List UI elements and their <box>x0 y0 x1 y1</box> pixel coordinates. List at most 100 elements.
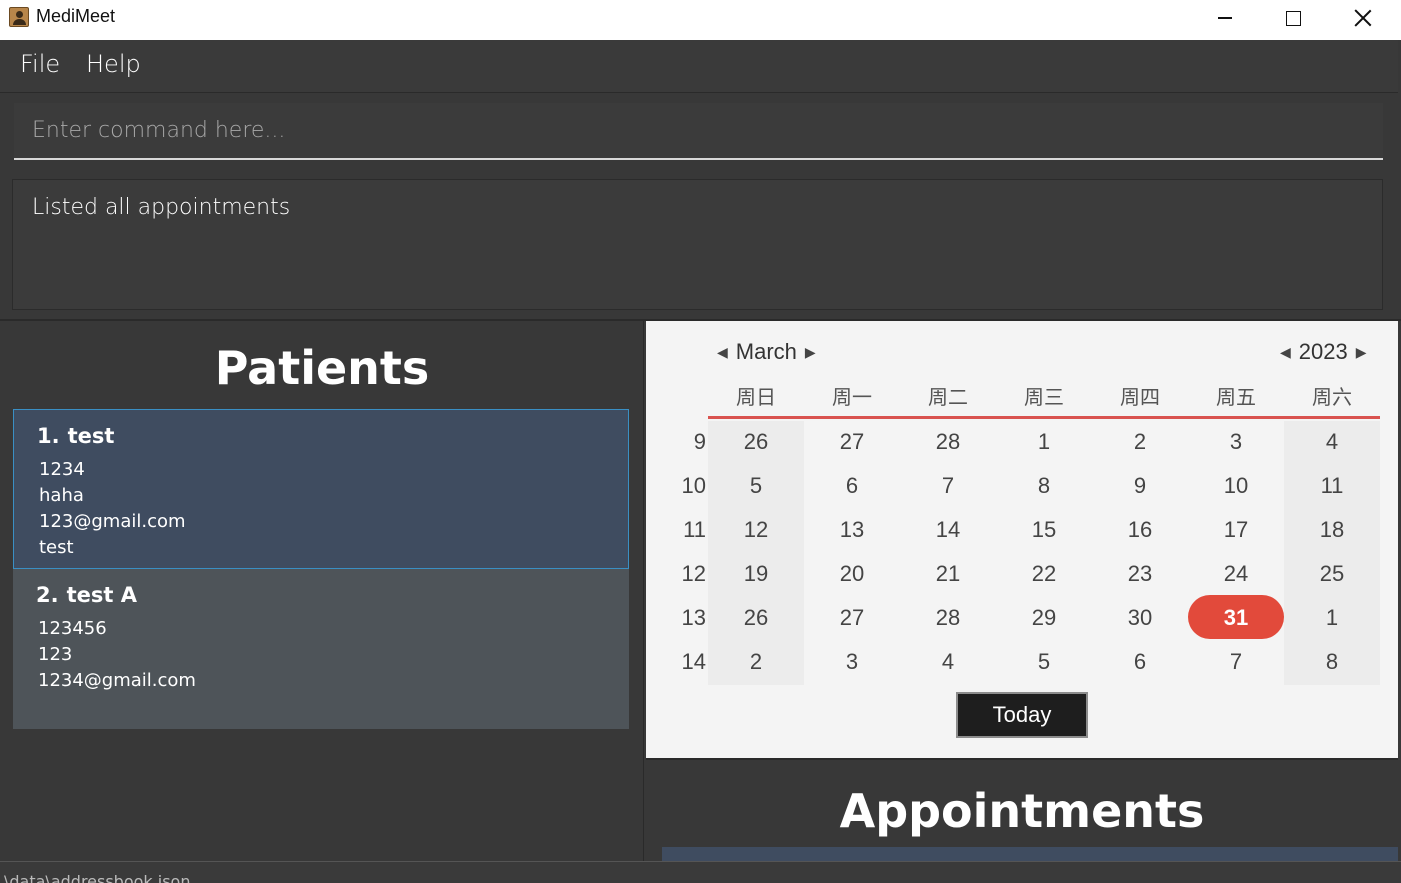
maximize-button[interactable] <box>1258 0 1328 36</box>
calendar-day[interactable]: 14 <box>900 517 996 543</box>
patient-card[interactable]: 2. test A 123456 123 1234@gmail.com <box>13 569 629 729</box>
weekday-header: 周一 <box>832 385 872 409</box>
patient-address: 123 <box>38 644 73 665</box>
calendar-day[interactable]: 31 <box>1188 605 1284 631</box>
calendar-day[interactable]: 17 <box>1188 517 1284 543</box>
calendar-day[interactable]: 29 <box>996 605 1092 631</box>
weekday-header: 周三 <box>1024 385 1064 409</box>
status-text: \data\addressbook.json <box>4 872 191 883</box>
next-month-icon[interactable]: ▶ <box>805 344 816 361</box>
user-folder-icon <box>9 7 29 27</box>
patient-name: test <box>67 424 115 448</box>
close-icon <box>1354 9 1372 27</box>
calendar-day[interactable]: 9 <box>1092 473 1188 499</box>
minimize-icon <box>1218 17 1232 19</box>
weekend-column-bg <box>708 421 804 685</box>
week-number: 13 <box>681 605 706 630</box>
calendar-day[interactable]: 5 <box>996 649 1092 675</box>
patient-list[interactable]: 1. test 1234 haha 123@gmail.com test 2. te… <box>13 409 629 729</box>
calendar-day[interactable]: 6 <box>1092 649 1188 675</box>
calendar-day[interactable]: 24 <box>1188 561 1284 587</box>
calendar-day[interactable]: 6 <box>804 473 900 499</box>
calendar-day[interactable]: 18 <box>1284 517 1380 543</box>
week-number: 12 <box>681 561 706 586</box>
calendar-day[interactable]: 22 <box>996 561 1092 587</box>
calendar-day[interactable]: 4 <box>900 649 996 675</box>
menu-help[interactable]: Help <box>86 50 141 78</box>
calendar-day[interactable]: 23 <box>1092 561 1188 587</box>
calendar-day[interactable]: 19 <box>708 561 804 587</box>
result-display: Listed all appointments <box>12 179 1383 310</box>
patient-email: 123@gmail.com <box>39 511 186 532</box>
prev-month-icon[interactable]: ◀ <box>717 344 728 361</box>
year-selector: ◀ 2023 ▶ <box>1280 339 1367 365</box>
calendar-day[interactable]: 15 <box>996 517 1092 543</box>
calendar-day[interactable]: 7 <box>900 473 996 499</box>
calendar-panel: ◀ March ▶ ◀ 2023 ▶ 周日 周一 周二 周三 周四 周五 周六 … <box>646 321 1398 758</box>
month-label: March <box>735 339 797 364</box>
calendar-day[interactable]: 1 <box>1284 605 1380 631</box>
patient-header: 1. test <box>37 424 114 448</box>
calendar-day[interactable]: 4 <box>1284 429 1380 455</box>
calendar-day[interactable]: 3 <box>1188 429 1284 455</box>
weekday-header: 周四 <box>1120 385 1160 409</box>
calendar-day[interactable]: 26 <box>708 429 804 455</box>
patients-title: Patients <box>214 341 430 395</box>
patient-card[interactable]: 1. test 1234 haha 123@gmail.com test <box>13 409 629 569</box>
calendar-day[interactable]: 2 <box>1092 429 1188 455</box>
command-box <box>14 103 1383 160</box>
weekday-header: 周日 <box>736 385 776 409</box>
calendar-day[interactable]: 10 <box>1188 473 1284 499</box>
appointments-title: Appointments <box>839 784 1205 838</box>
status-bar: \data\addressbook.json <box>0 861 1401 883</box>
calendar-day[interactable]: 2 <box>708 649 804 675</box>
week-number: 10 <box>681 473 706 498</box>
app-window: File Help Listed all appointments Patien… <box>0 40 1401 883</box>
calendar-day[interactable]: 13 <box>804 517 900 543</box>
calendar-day[interactable]: 8 <box>1284 649 1380 675</box>
calendar-day[interactable]: 27 <box>804 429 900 455</box>
weekday-underline <box>708 416 1380 419</box>
menu-bar: File Help <box>0 40 1398 93</box>
result-text: Listed all appointments <box>32 195 291 220</box>
menu-file[interactable]: File <box>20 50 60 78</box>
calendar-day[interactable]: 21 <box>900 561 996 587</box>
calendar-day[interactable]: 11 <box>1284 473 1380 499</box>
month-selector: ◀ March ▶ <box>717 339 816 365</box>
patient-index: 1. <box>37 424 60 448</box>
minimize-button[interactable] <box>1190 0 1260 36</box>
calendar-day[interactable]: 28 <box>900 605 996 631</box>
calendar-day[interactable]: 7 <box>1188 649 1284 675</box>
window-title-bar: MediMeet <box>0 0 1401 40</box>
close-button[interactable] <box>1328 0 1398 36</box>
week-number: 11 <box>683 517 706 542</box>
week-number: 9 <box>693 429 706 454</box>
weekday-header: 周五 <box>1216 385 1256 409</box>
patient-name: test A <box>66 583 137 607</box>
today-button[interactable]: Today <box>956 692 1088 738</box>
calendar-day[interactable]: 8 <box>996 473 1092 499</box>
calendar-day[interactable]: 27 <box>804 605 900 631</box>
weekend-column-bg <box>1284 421 1380 685</box>
patients-panel: Patients 1. test 1234 haha 123@gmail.com … <box>0 321 644 863</box>
patient-index: 2. <box>36 583 59 607</box>
calendar-day[interactable]: 25 <box>1284 561 1380 587</box>
appointments-panel: Appointments <box>646 758 1398 863</box>
calendar-day[interactable]: 1 <box>996 429 1092 455</box>
calendar-day[interactable]: 3 <box>804 649 900 675</box>
prev-year-icon[interactable]: ◀ <box>1280 344 1291 361</box>
calendar-day[interactable]: 5 <box>708 473 804 499</box>
patient-tag: test <box>39 537 74 558</box>
window-title: MediMeet <box>36 6 116 26</box>
week-number: 14 <box>681 649 706 674</box>
calendar-day[interactable]: 16 <box>1092 517 1188 543</box>
next-year-icon[interactable]: ▶ <box>1356 344 1367 361</box>
command-input[interactable] <box>14 103 1383 158</box>
calendar-day[interactable]: 28 <box>900 429 996 455</box>
calendar-day[interactable]: 20 <box>804 561 900 587</box>
calendar-day[interactable]: 26 <box>708 605 804 631</box>
year-label: 2023 <box>1298 339 1348 364</box>
calendar-day[interactable]: 30 <box>1092 605 1188 631</box>
patient-address: haha <box>39 485 84 506</box>
calendar-day[interactable]: 12 <box>708 517 804 543</box>
